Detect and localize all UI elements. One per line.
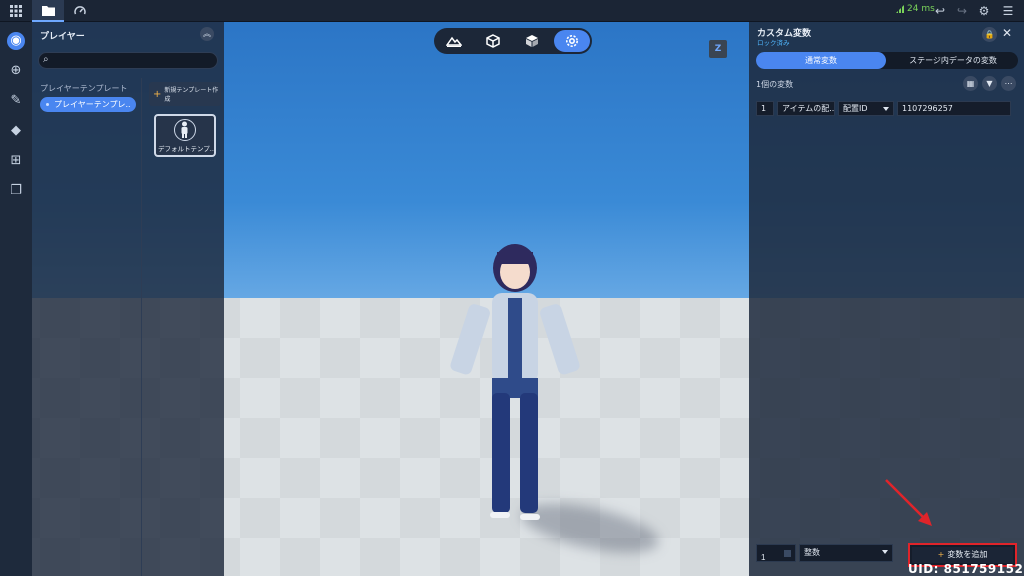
variable-type-select[interactable]: 配置ID [838,101,894,116]
redo-icon[interactable]: ↪ [954,3,970,19]
variable-name[interactable]: アイテムの配... [777,101,835,116]
template-heading: プレイヤーテンプレート [40,84,128,93]
more-icon[interactable]: ⋯ [1001,76,1016,91]
template-list: プレイヤーテンプレート プレイヤーテンプレ.. [32,78,142,576]
brush-icon[interactable]: ✎ [7,92,25,110]
cube-outline-icon[interactable] [475,30,511,52]
ticket-icon[interactable]: ◆ [7,122,25,140]
settings-gear-icon[interactable] [554,30,590,52]
search-box[interactable]: ⌕ [38,52,218,69]
collapse-icon[interactable]: ︽ [200,27,214,41]
uid-text: UID: 851759152 [908,562,1024,576]
variable-type-label: 配置ID [843,104,868,113]
close-icon[interactable]: ✕ [1002,26,1012,40]
z-badge[interactable]: Z [709,40,727,58]
folder-icon[interactable] [32,0,64,22]
tab-stage-data-variables[interactable]: ステージ内データの変数 [888,52,1018,69]
add-type-label: 整数 [804,548,820,557]
top-bar: 24 ms ↩ ↪ ⚙ ☰ [0,0,1024,22]
undo-icon[interactable]: ↩ [932,3,948,19]
layers-icon[interactable]: ❐ [7,182,25,200]
plus-icon: + [153,88,162,100]
template-card-label: デフォルトテンプ... [158,145,214,153]
lock-status: ロック済み [757,39,790,47]
add-entity-icon[interactable]: ⊕ [7,62,25,80]
cube-solid-icon[interactable] [514,30,550,52]
calculator-icon[interactable]: ▦ [963,76,978,91]
player-panel: プレイヤー ︽ ⌕ プレイヤーテンプレート プレイヤーテンプレ.. + 新規テン… [32,22,224,576]
view-mode-toolbar [434,28,592,54]
chevron-down-icon [883,107,889,111]
left-icon-rail: ◉ ⊕ ✎ ◆ ⊞ ❐ [0,22,32,576]
import-icon[interactable]: ⊞ [7,152,25,170]
panel-title: プレイヤー [40,32,85,42]
ping-text: 24 ms [907,4,935,14]
person-icon [174,119,196,141]
variable-count: 1個の変数 [756,80,794,89]
new-template-button[interactable]: + 新規テンプレート作成 [149,82,221,106]
filter-icon[interactable]: ▼ [982,76,997,91]
search-icon: ⌕ [43,54,49,65]
gear-icon[interactable]: ⚙ [976,3,992,19]
character-model[interactable] [440,238,590,528]
search-input[interactable] [55,55,213,65]
add-variable-label: 変数を追加 [947,550,988,559]
red-arrow-annotation [885,479,932,526]
add-index-input[interactable] [757,550,779,565]
add-type-select[interactable]: 整数 [799,544,893,562]
variable-index: 1 [756,101,774,116]
variable-row: 1 アイテムの配... 配置ID 1107296257 [756,101,1011,116]
add-variable-inner[interactable]: + 変数を追加 [912,547,1013,563]
signal-icon [896,5,904,13]
terrain-icon[interactable] [436,30,472,52]
lock-icon[interactable]: 🔒 [982,27,997,42]
add-variable-row: 整数 [756,544,893,565]
ping-indicator: 24 ms [896,4,935,14]
default-template-card[interactable]: デフォルトテンプ... [154,114,216,157]
gauge-icon[interactable] [64,0,96,22]
variable-value[interactable]: 1107296257 [897,101,1011,116]
plus-icon: + [937,550,945,559]
tab-normal-variables[interactable]: 通常変数 [756,52,886,69]
variable-tabs: 通常変数 ステージ内データの変数 [756,52,1018,69]
chevron-down-icon [882,550,888,554]
new-template-label: 新規テンプレート作成 [164,87,219,103]
sliders-icon[interactable]: ☰ [1000,3,1016,19]
template-chip[interactable]: プレイヤーテンプレ.. [40,97,136,112]
checkbox-icon[interactable] [784,550,791,557]
apps-grid-icon[interactable] [0,0,32,22]
player-icon[interactable]: ◉ [7,32,25,50]
add-index-field[interactable] [756,544,796,565]
